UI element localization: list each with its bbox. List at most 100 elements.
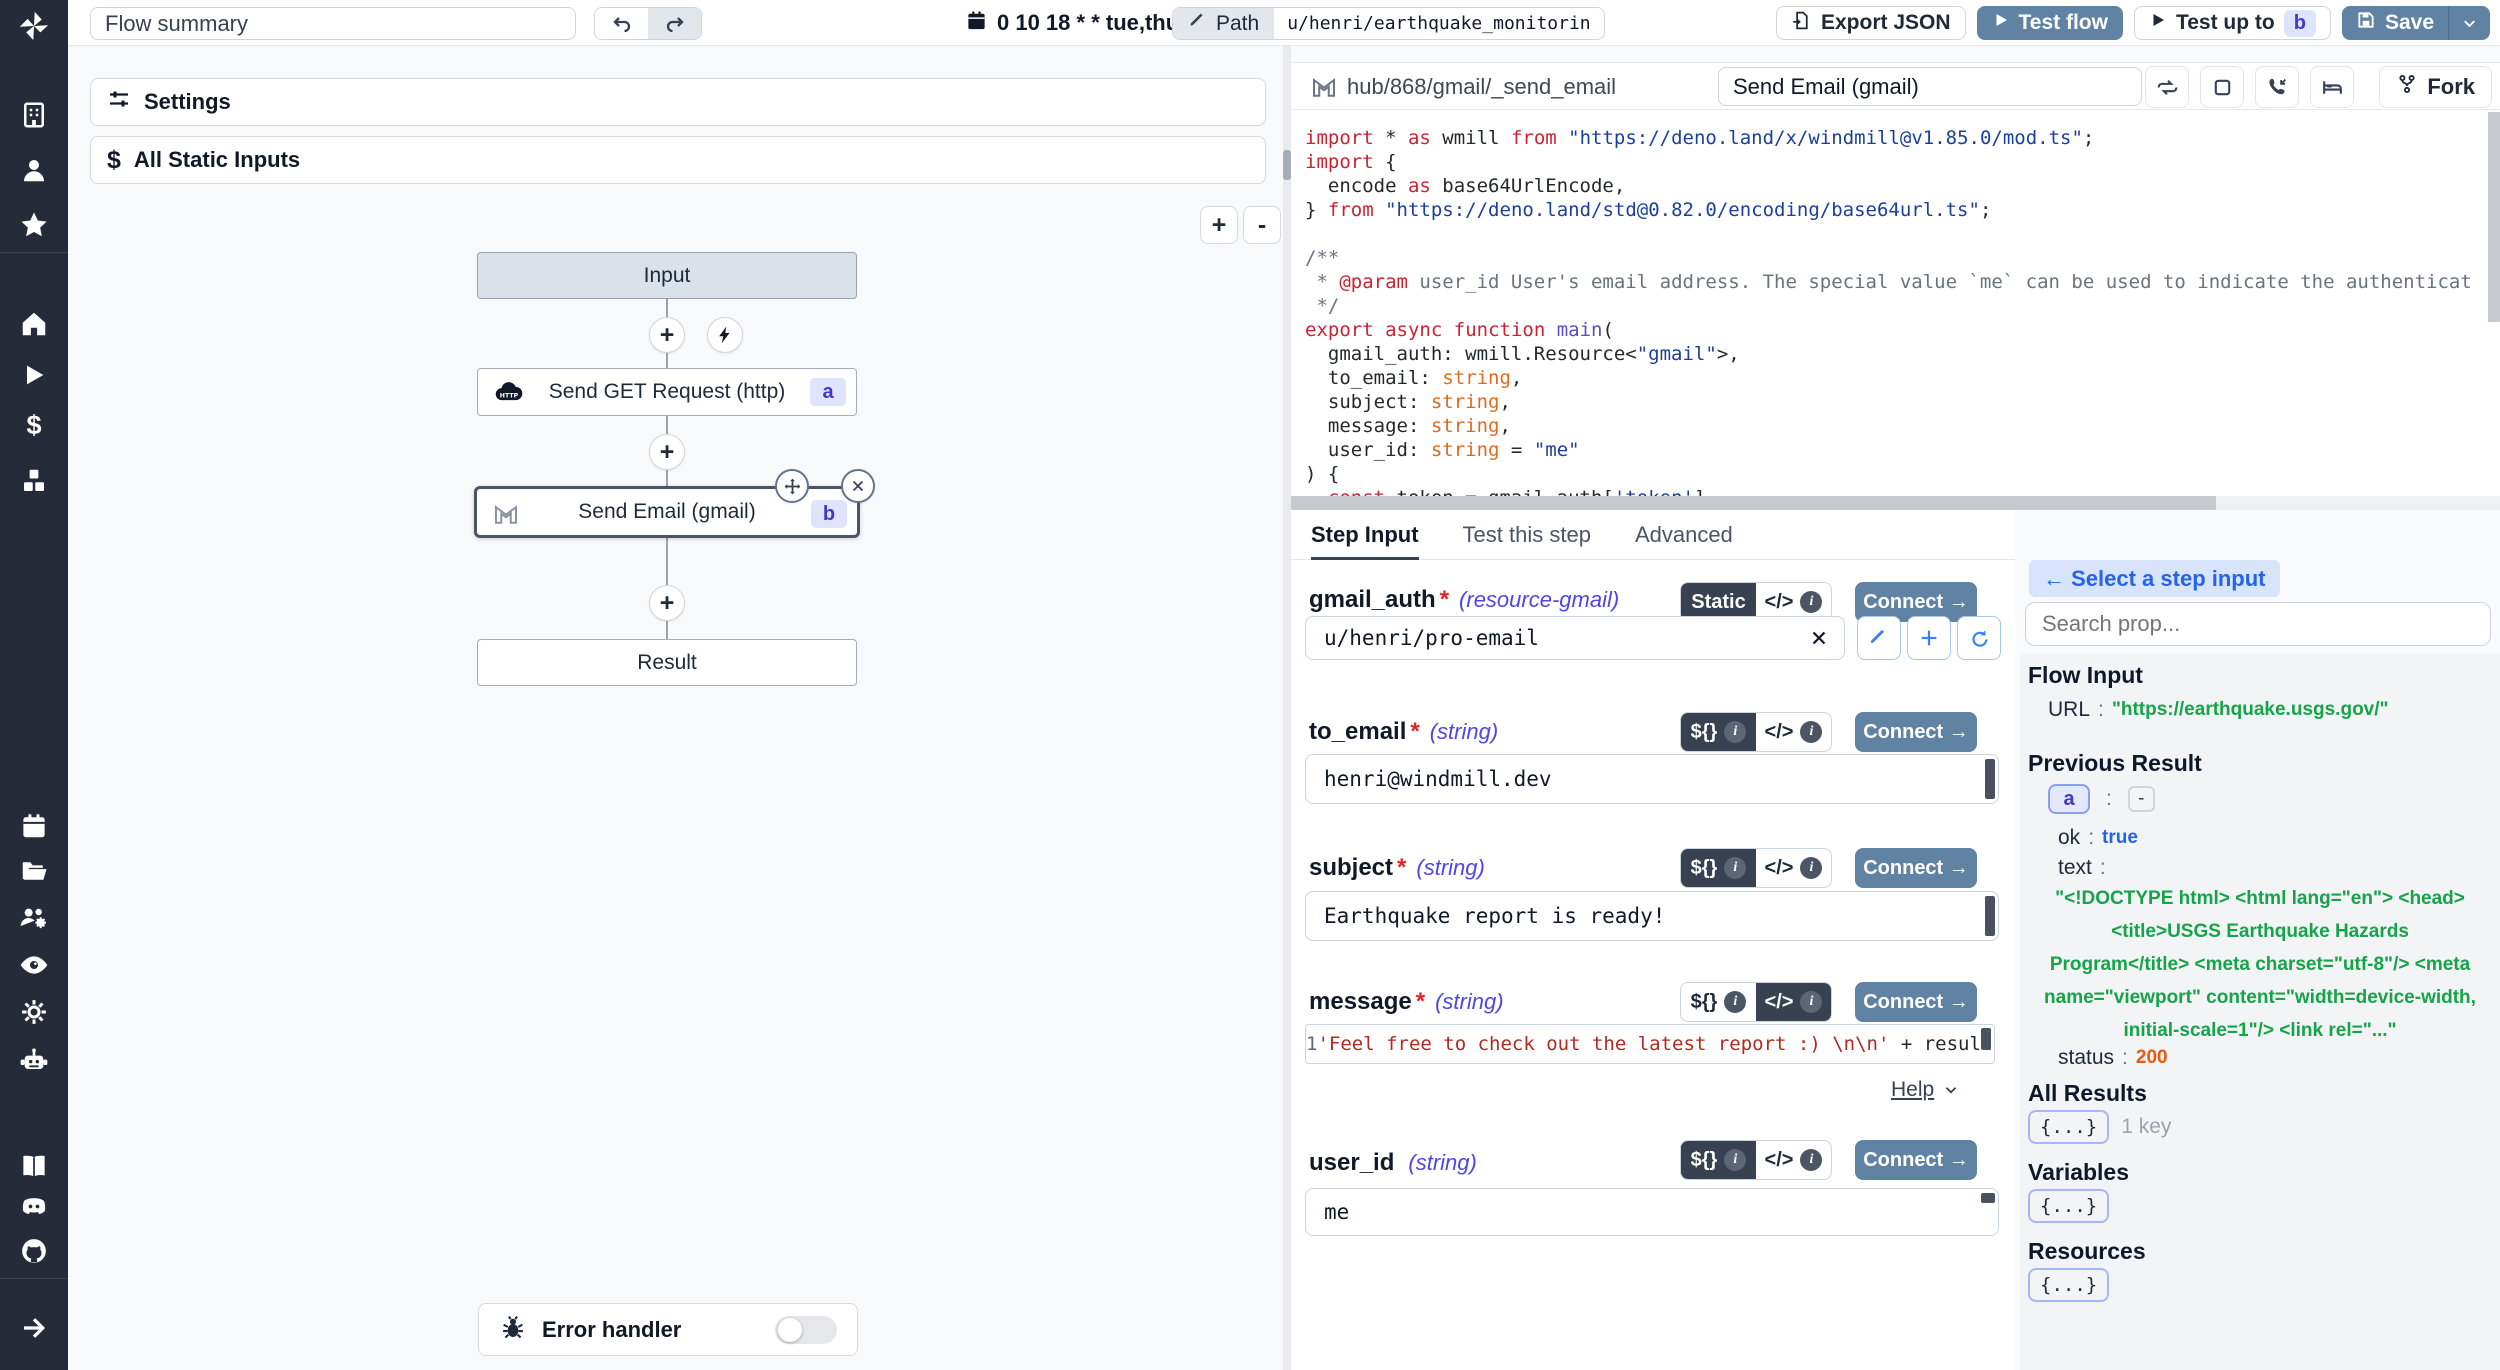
result-text-row[interactable]: text: <box>2058 856 2114 880</box>
workspace-building-icon[interactable] <box>14 95 54 135</box>
prop-search-input[interactable] <box>2025 602 2491 646</box>
add-step-button[interactable]: + <box>649 317 685 353</box>
user-icon[interactable] <box>14 150 54 190</box>
docs-book-icon[interactable] <box>14 1146 54 1186</box>
scrollbar-handle[interactable] <box>1291 496 2216 510</box>
connect-button-subject[interactable]: Connect → <box>1855 848 1977 888</box>
mode-expr[interactable]: ${}i <box>1681 983 1756 1021</box>
variables-dollar-icon[interactable]: $ <box>14 405 54 445</box>
favorites-star-icon[interactable] <box>14 205 54 245</box>
field-label-subject: subject*(string) <box>1309 854 1485 886</box>
expand-sidebar-arrow-icon[interactable] <box>14 1308 54 1348</box>
windmill-logo-icon[interactable] <box>14 6 54 46</box>
resources-cubes-icon[interactable] <box>14 461 54 501</box>
text-input-user-id[interactable]: me <box>1305 1188 1999 1236</box>
mode-expr[interactable]: ${}i <box>1681 1141 1756 1179</box>
variables-object-badge[interactable]: {...} <box>2028 1189 2109 1223</box>
redo-icon[interactable] <box>648 8 701 39</box>
connect-button-to-email[interactable]: Connect → <box>1855 712 1977 752</box>
zoom-out-button[interactable]: - <box>1243 206 1281 244</box>
tab-advanced[interactable]: Advanced <box>1635 510 1733 559</box>
code-vertical-scrollbar[interactable] <box>2488 112 2500 322</box>
editor-scrollbar-nub <box>1981 1028 1991 1050</box>
code-editor[interactable]: import * as wmill from "https://deno.lan… <box>1291 110 2500 496</box>
flow-summary-input[interactable] <box>90 7 576 40</box>
mode-code[interactable]: </>i <box>1756 983 1831 1021</box>
resources-object-badge[interactable]: {...} <box>2028 1268 2109 1302</box>
zoom-in-button[interactable]: + <box>1200 206 1238 244</box>
expression-code: 'Feel free to check out the latest repor… <box>1317 1032 1995 1056</box>
audit-eye-icon[interactable] <box>14 945 54 985</box>
help-link[interactable]: Help <box>1891 1078 1960 1102</box>
refresh-resource-icon[interactable] <box>1957 616 2001 660</box>
editor-scrollbar-nub <box>1985 759 1995 799</box>
edit-resource-pencil-icon[interactable] <box>1857 616 1901 660</box>
select-step-input-chip[interactable]: ← Select a step input <box>2029 560 2280 597</box>
mode-code[interactable]: </>i <box>1756 1141 1831 1179</box>
delete-step-button[interactable] <box>841 469 875 503</box>
flow-node-http-step[interactable]: HTTP Send GET Request (http) a <box>477 368 857 416</box>
text-input-to-email[interactable]: henri@windmill.dev <box>1305 754 1999 804</box>
step-name-input[interactable] <box>1718 67 2142 106</box>
retries-swap-icon[interactable] <box>2145 66 2189 108</box>
expression-editor-message[interactable]: 1 'Feel free to check out the latest rep… <box>1305 1024 1995 1064</box>
settings-gear-icon[interactable] <box>14 992 54 1032</box>
trigger-lightning-button[interactable] <box>707 317 743 353</box>
clear-icon[interactable] <box>1808 627 1830 654</box>
early-stop-square-icon[interactable] <box>2200 66 2244 108</box>
path-chip[interactable]: Path u/henri/earthquake_monitorin <box>1172 7 1605 40</box>
add-step-button[interactable]: + <box>649 585 685 621</box>
discord-icon[interactable] <box>14 1186 54 1226</box>
error-handler-toggle[interactable] <box>775 1316 837 1344</box>
folders-icon[interactable] <box>14 851 54 891</box>
suspend-phone-icon[interactable] <box>2255 66 2299 108</box>
code-horizontal-scrollbar[interactable] <box>1291 496 2500 510</box>
flow-node-result[interactable]: Result <box>477 639 857 686</box>
schedule-display[interactable]: 0 10 18 * * tue,thu <box>965 0 1179 46</box>
runs-play-icon[interactable] <box>14 355 54 395</box>
mode-code[interactable]: </>i <box>1756 849 1831 887</box>
groups-users-gear-icon[interactable] <box>14 898 54 938</box>
all-results-object-badge[interactable]: {...} <box>2028 1110 2109 1144</box>
flow-input-url-row[interactable]: URL: "https://earthquake.usgs.gov/" <box>2048 698 2389 722</box>
text-value[interactable]: "<!DOCTYPE html> <html lang="en"> <head>… <box>2040 882 2480 1047</box>
mode-code[interactable]: </>i <box>1756 713 1831 751</box>
text-input-subject[interactable]: Earthquake report is ready! <box>1305 891 1999 941</box>
line-number: 1 <box>1306 1033 1317 1055</box>
test-flow-button[interactable]: Test flow <box>1977 6 2123 40</box>
home-icon[interactable] <box>14 304 54 344</box>
step-header-actions: Fork <box>2145 66 2492 108</box>
result-ok-row[interactable]: ok: true <box>2058 826 2138 850</box>
tab-step-input[interactable]: Step Input <box>1311 510 1419 559</box>
hub-script-path[interactable]: hub/868/gmail/_send_email <box>1347 63 1616 111</box>
all-static-inputs-button[interactable]: $ All Static Inputs <box>90 136 1266 184</box>
test-flow-label: Test flow <box>2019 11 2108 35</box>
resource-input-gmail-auth[interactable]: u/henri/pro-email <box>1305 616 1845 660</box>
divider-handle[interactable] <box>1283 150 1291 180</box>
fork-button[interactable]: Fork <box>2379 66 2492 108</box>
connect-button-user-id[interactable]: Connect → <box>1855 1140 1977 1180</box>
save-dropdown-chevron-icon[interactable] <box>2449 6 2490 40</box>
result-status-row[interactable]: status: 200 <box>2058 1046 2168 1070</box>
mode-expr[interactable]: ${}i <box>1681 849 1756 887</box>
flow-node-input[interactable]: Input <box>477 252 857 299</box>
save-button[interactable]: Save <box>2342 6 2448 40</box>
sleep-bed-icon[interactable] <box>2310 66 2354 108</box>
github-icon[interactable] <box>14 1231 54 1271</box>
step-input-form: gmail_auth*(resource-gmail) Static </>i … <box>1291 560 2015 1370</box>
collapse-badge[interactable]: - <box>2128 786 2155 812</box>
move-step-button[interactable] <box>775 469 809 503</box>
undo-icon[interactable] <box>595 8 648 39</box>
flow-settings-button[interactable]: Settings <box>90 78 1266 126</box>
step-a-badge[interactable]: a <box>2048 784 2090 814</box>
add-step-button[interactable]: + <box>649 434 685 470</box>
tab-test-this-step[interactable]: Test this step <box>1463 510 1591 559</box>
panel-resize-divider[interactable] <box>1283 46 1291 1370</box>
schedules-calendar-icon[interactable] <box>14 806 54 846</box>
workers-robot-icon[interactable] <box>14 1041 54 1081</box>
add-resource-plus-icon[interactable] <box>1907 616 1951 660</box>
connect-button-message[interactable]: Connect → <box>1855 982 1977 1022</box>
export-json-button[interactable]: Export JSON <box>1776 6 1966 40</box>
mode-expr[interactable]: ${}i <box>1681 713 1756 751</box>
test-up-to-button[interactable]: Test up to b <box>2134 6 2331 40</box>
